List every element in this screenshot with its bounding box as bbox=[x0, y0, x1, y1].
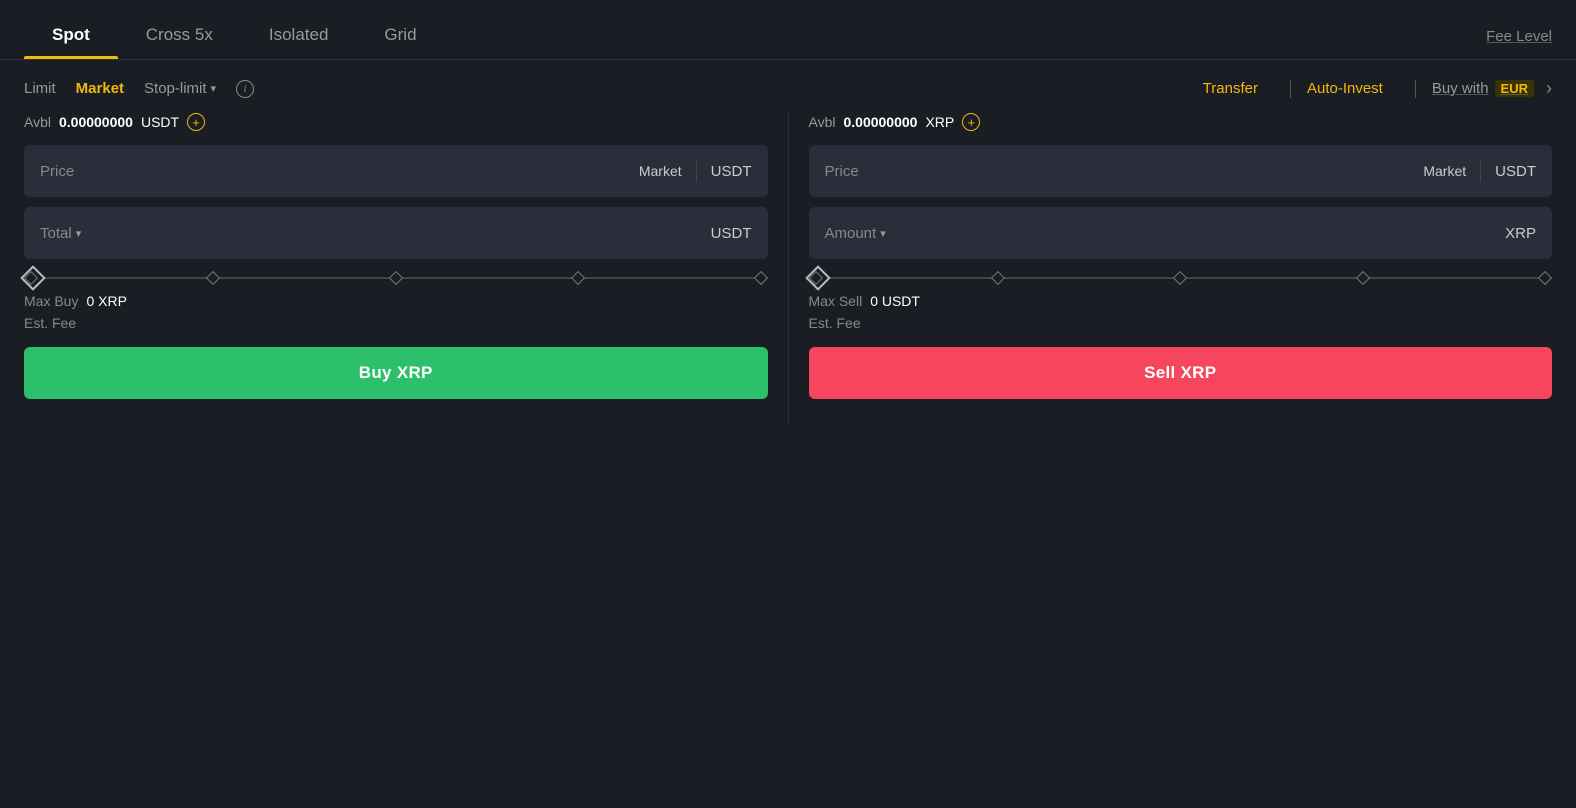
buy-max-buy-label: Max Buy bbox=[24, 293, 78, 309]
buy-price-currency: USDT bbox=[711, 163, 752, 180]
auto-invest-link[interactable]: Auto-Invest bbox=[1307, 80, 1399, 97]
sell-tick-100 bbox=[1538, 271, 1552, 285]
order-type-bar: Limit Market Stop-limit ▾ i Transfer Aut… bbox=[0, 60, 1576, 113]
sell-avbl-label: Avbl bbox=[809, 114, 836, 130]
buy-slider-ticks bbox=[26, 273, 766, 283]
buy-with-label: Buy with bbox=[1432, 80, 1489, 97]
sell-price-divider bbox=[1480, 160, 1481, 182]
sell-amount-currency: XRP bbox=[1505, 225, 1536, 242]
sell-tick-50 bbox=[1173, 271, 1187, 285]
fee-level-link[interactable]: Fee Level bbox=[1486, 28, 1552, 59]
sell-price-placeholder: Price bbox=[825, 163, 1424, 180]
buy-total-currency: USDT bbox=[711, 225, 752, 242]
action-links: Transfer Auto-Invest Buy with EUR › bbox=[1203, 78, 1552, 99]
buy-price-placeholder: Price bbox=[40, 163, 639, 180]
buy-total-chevron-icon: ▾ bbox=[76, 227, 82, 240]
eur-badge: EUR bbox=[1495, 80, 1534, 97]
tab-isolated[interactable]: Isolated bbox=[241, 25, 357, 59]
sell-slider-ticks bbox=[811, 273, 1551, 283]
sell-max-sell-value: 0 USDT bbox=[870, 293, 920, 309]
buy-max-buy-row: Max Buy 0 XRP bbox=[24, 293, 768, 309]
sell-price-right: Market USDT bbox=[1423, 160, 1536, 182]
sell-tick-75 bbox=[1356, 271, 1370, 285]
order-type-market[interactable]: Market bbox=[76, 80, 124, 97]
sell-tick-25 bbox=[991, 271, 1005, 285]
order-type-stop-limit[interactable]: Stop-limit ▾ bbox=[144, 80, 216, 97]
sell-add-funds-icon[interactable]: + bbox=[962, 113, 980, 131]
sell-xrp-button[interactable]: Sell XRP bbox=[809, 347, 1553, 399]
buy-with-chevron-icon: › bbox=[1546, 78, 1552, 99]
sell-amount-chevron-icon: ▾ bbox=[880, 227, 886, 240]
sell-price-market-tag: Market bbox=[1423, 163, 1466, 179]
buy-avbl-label: Avbl bbox=[24, 114, 51, 130]
tab-cross5x[interactable]: Cross 5x bbox=[118, 25, 241, 59]
panels: Avbl 0.00000000 USDT + Price Market USDT… bbox=[0, 113, 1576, 423]
buy-price-right: Market USDT bbox=[639, 160, 752, 182]
tab-spot[interactable]: Spot bbox=[24, 25, 118, 59]
buy-max-buy-value: 0 XRP bbox=[86, 293, 126, 309]
buy-price-input-group: Price Market USDT bbox=[24, 145, 768, 197]
sell-avbl-currency: XRP bbox=[925, 114, 954, 130]
buy-panel: Avbl 0.00000000 USDT + Price Market USDT… bbox=[24, 113, 788, 423]
buy-total-input-group[interactable]: Total ▾ USDT bbox=[24, 207, 768, 259]
sell-avbl-row: Avbl 0.00000000 XRP + bbox=[809, 113, 1553, 131]
buy-add-funds-icon[interactable]: + bbox=[187, 113, 205, 131]
buy-total-label: Total ▾ bbox=[40, 225, 711, 242]
sell-price-currency: USDT bbox=[1495, 163, 1536, 180]
transfer-link[interactable]: Transfer bbox=[1203, 80, 1274, 97]
buy-tick-75 bbox=[571, 271, 585, 285]
buy-slider[interactable] bbox=[24, 277, 768, 279]
sell-slider-track bbox=[811, 277, 1551, 279]
sell-est-fee-label: Est. Fee bbox=[809, 315, 861, 331]
sell-amount-label: Amount ▾ bbox=[825, 225, 1506, 242]
order-type-limit[interactable]: Limit bbox=[24, 80, 56, 97]
sell-panel: Avbl 0.00000000 XRP + Price Market USDT … bbox=[789, 113, 1553, 423]
sell-max-sell-row: Max Sell 0 USDT bbox=[809, 293, 1553, 309]
sell-slider[interactable] bbox=[809, 277, 1553, 279]
buy-avbl-currency: USDT bbox=[141, 114, 179, 130]
buy-est-fee-label: Est. Fee bbox=[24, 315, 76, 331]
stop-limit-chevron-icon: ▾ bbox=[211, 82, 217, 95]
buy-avbl-value: 0.00000000 bbox=[59, 114, 133, 130]
sell-est-fee-row: Est. Fee bbox=[809, 315, 1553, 331]
divider bbox=[1290, 80, 1291, 98]
divider2 bbox=[1415, 80, 1416, 98]
buy-with-link[interactable]: Buy with EUR bbox=[1432, 80, 1542, 97]
buy-est-fee-row: Est. Fee bbox=[24, 315, 768, 331]
sell-amount-right: XRP bbox=[1505, 225, 1536, 242]
tab-bar: Spot Cross 5x Isolated Grid Fee Level bbox=[0, 0, 1576, 60]
sell-max-sell-label: Max Sell bbox=[809, 293, 863, 309]
tab-grid[interactable]: Grid bbox=[356, 25, 444, 59]
buy-total-right: USDT bbox=[711, 225, 752, 242]
buy-xrp-button[interactable]: Buy XRP bbox=[24, 347, 768, 399]
sell-avbl-value: 0.00000000 bbox=[843, 114, 917, 130]
buy-slider-track bbox=[26, 277, 766, 279]
sell-price-input-group: Price Market USDT bbox=[809, 145, 1553, 197]
buy-slider-thumb[interactable] bbox=[20, 265, 45, 290]
buy-tick-25 bbox=[206, 271, 220, 285]
sell-slider-thumb[interactable] bbox=[805, 265, 830, 290]
buy-tick-100 bbox=[753, 271, 767, 285]
sell-amount-input-group[interactable]: Amount ▾ XRP bbox=[809, 207, 1553, 259]
buy-price-market-tag: Market bbox=[639, 163, 682, 179]
info-icon[interactable]: i bbox=[236, 80, 254, 98]
buy-tick-50 bbox=[389, 271, 403, 285]
buy-price-divider bbox=[696, 160, 697, 182]
buy-avbl-row: Avbl 0.00000000 USDT + bbox=[24, 113, 768, 131]
